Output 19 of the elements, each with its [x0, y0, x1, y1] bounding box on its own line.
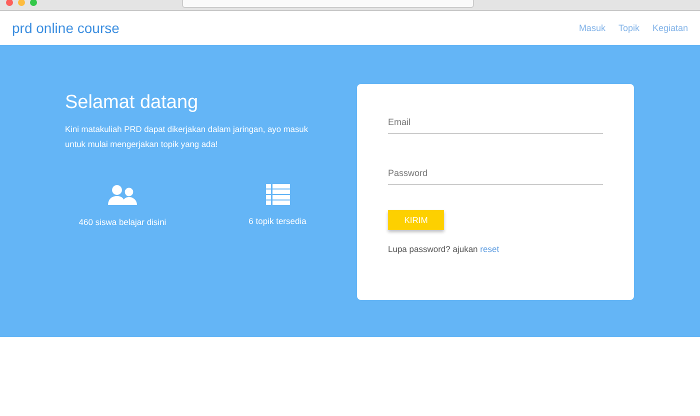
- forgot-password-text: Lupa password? ajukan reset: [388, 244, 500, 254]
- reset-link[interactable]: reset: [480, 244, 500, 254]
- stat-label: 6 topik tersedia: [248, 216, 306, 226]
- welcome-heading: Selamat datang: [65, 92, 200, 114]
- submit-button[interactable]: KIRIM: [388, 210, 444, 230]
- nav-link[interactable]: Kegiatan: [652, 23, 688, 33]
- minimize-window-icon[interactable]: [18, 0, 25, 6]
- password-field[interactable]: Password: [388, 163, 603, 185]
- stat-label: 460 siswa belajar disini: [78, 217, 166, 227]
- email-field[interactable]: Email: [388, 112, 603, 134]
- users-icon: [108, 184, 138, 206]
- address-bar[interactable]: [182, 0, 474, 8]
- nav-link[interactable]: Masuk: [578, 23, 606, 33]
- maximize-window-icon[interactable]: [30, 0, 37, 6]
- intro-text: Kini matakuliah PRD dapat dikerjakan dalam jaringan, ayo masuk untuk mulai mengerjakan topik yang ada!: [65, 123, 310, 151]
- nav-link[interactable]: Topik: [618, 23, 640, 33]
- close-window-icon[interactable]: [6, 0, 13, 6]
- list-icon: [266, 184, 290, 205]
- brand-title[interactable]: prd online course: [12, 20, 579, 36]
